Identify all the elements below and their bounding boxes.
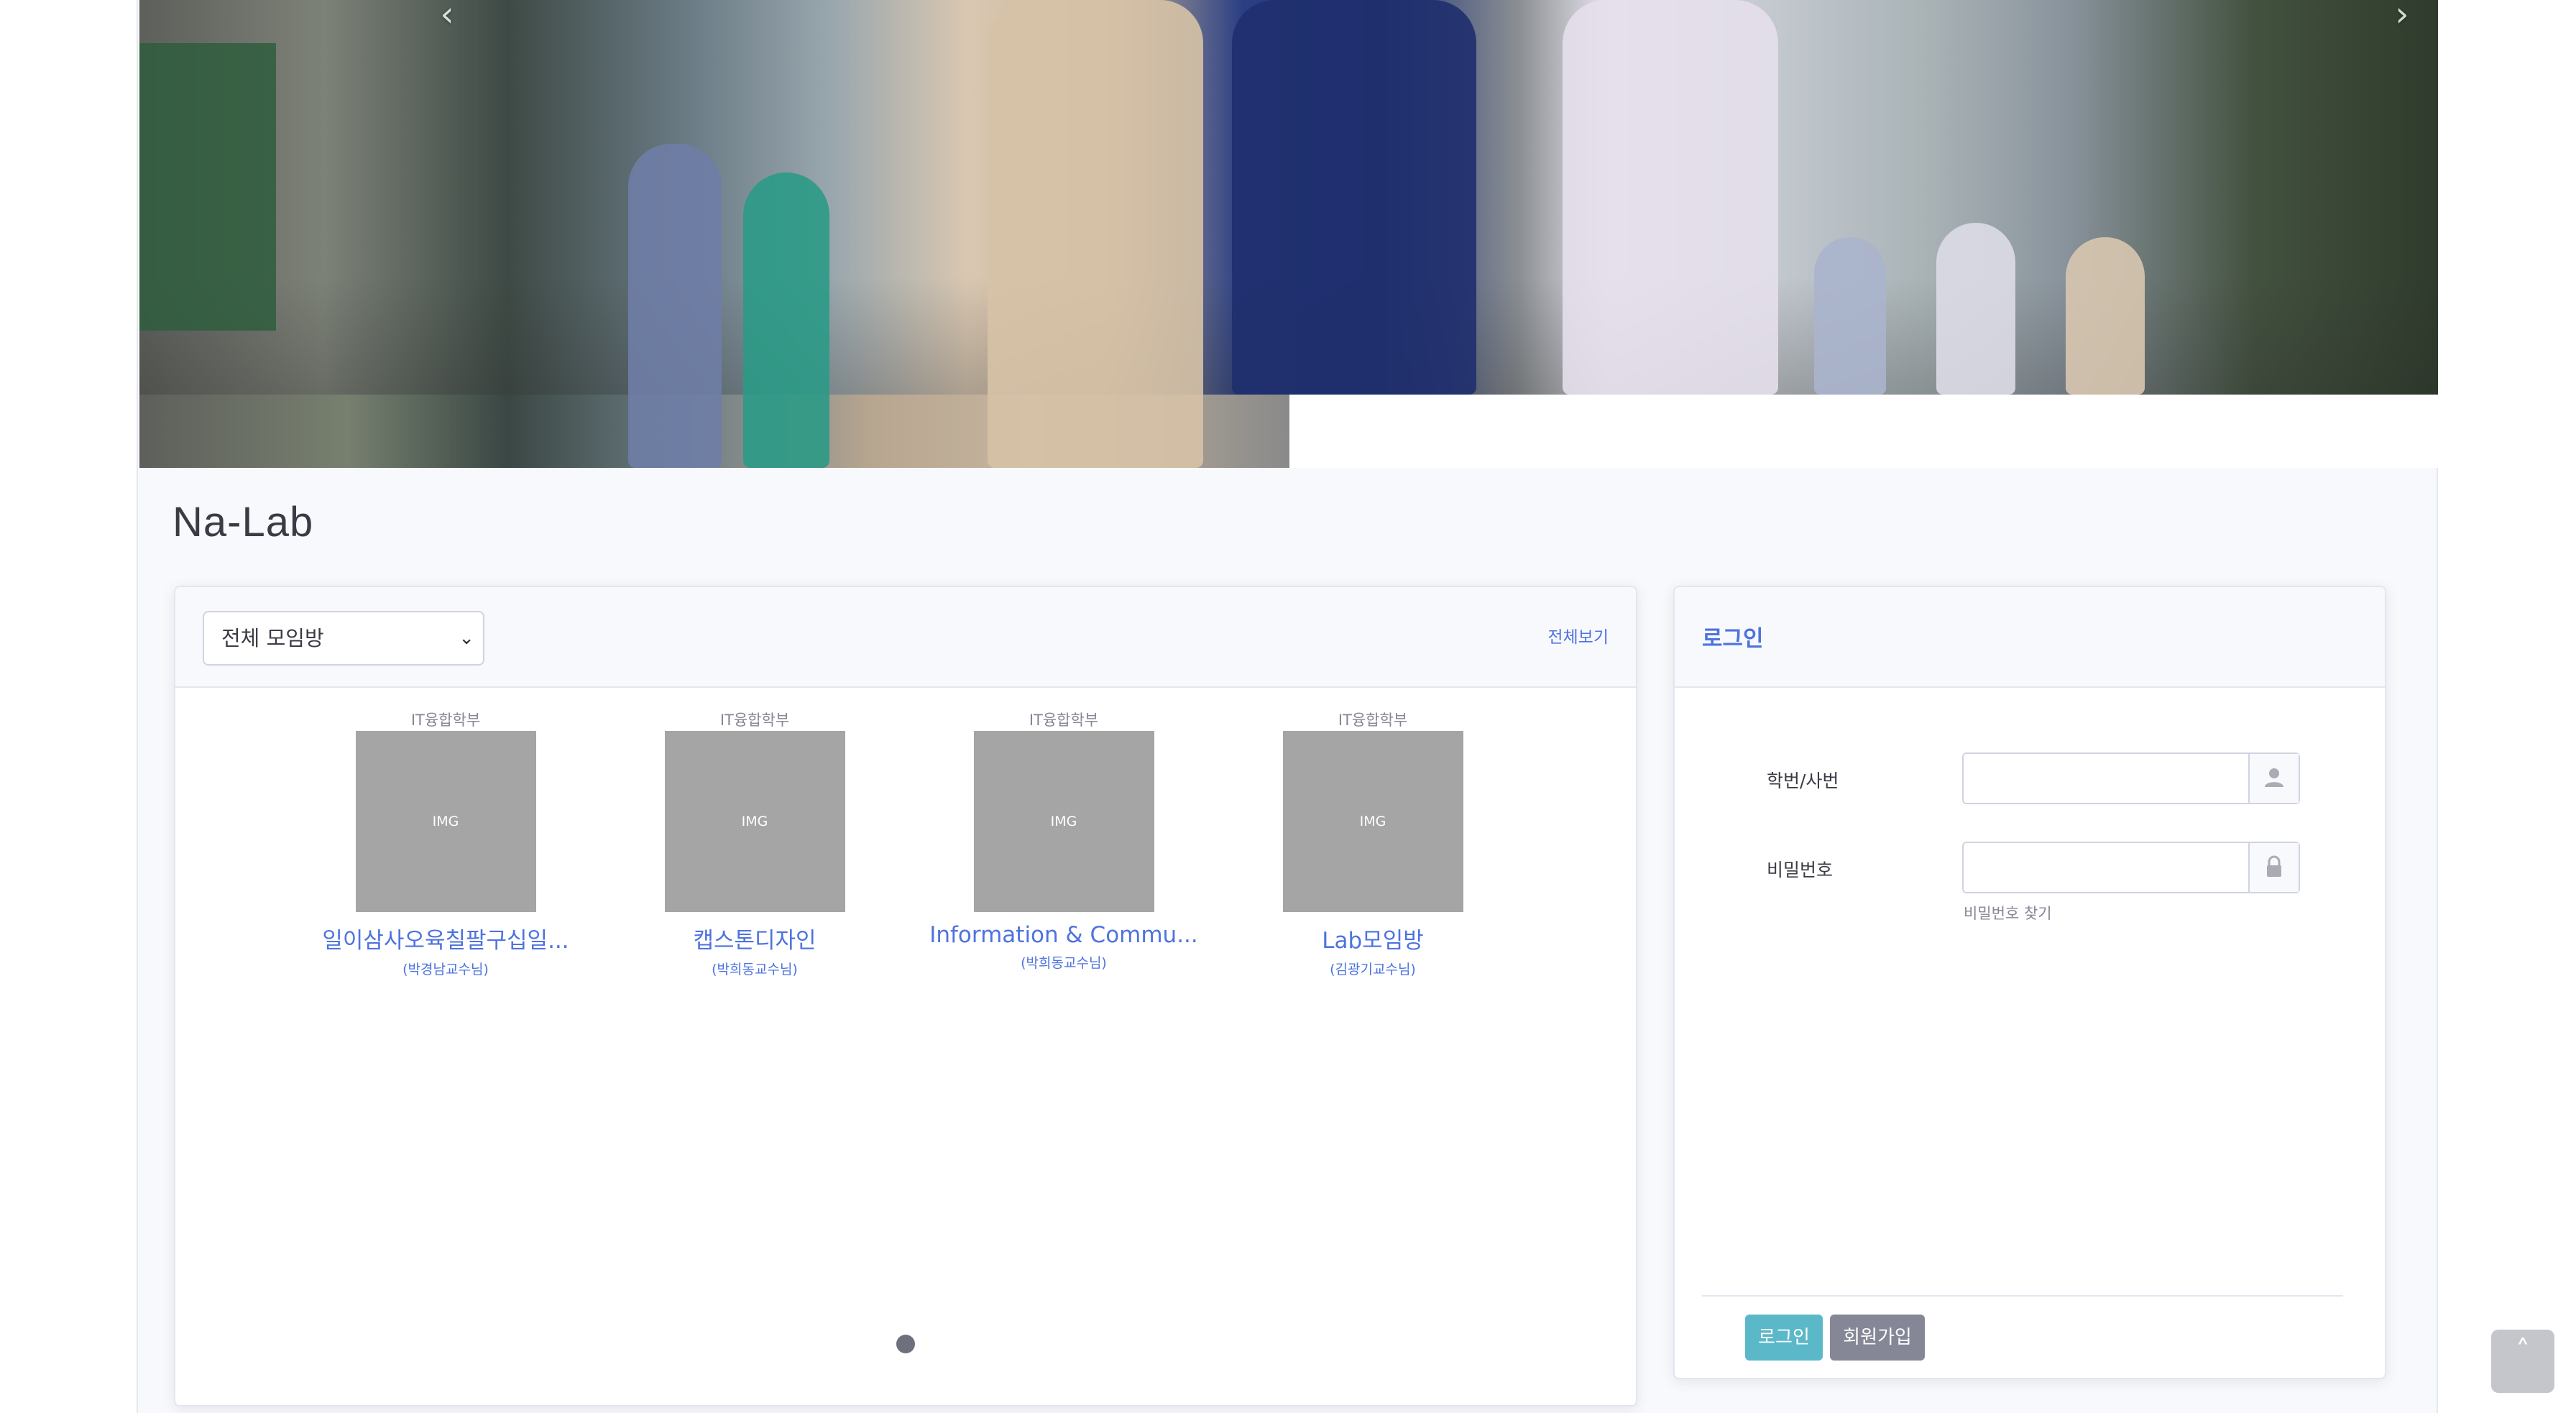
- student-id-group: [1962, 752, 2300, 804]
- room-filter-selected: 전체 모임방: [221, 626, 324, 650]
- room-item[interactable]: IT융합학부 IMG 일이삼사오육칠팔구십일... (박경남교수님): [309, 709, 582, 978]
- hero-person: [628, 144, 722, 468]
- hero-carousel: ‹ ›: [139, 0, 2438, 468]
- room-card-header: 전체 모임방 ⌄ 전체보기: [175, 587, 1636, 688]
- room-name[interactable]: 캡스톤디자인: [618, 922, 891, 954]
- login-title: 로그인: [1702, 626, 1764, 652]
- room-card: 전체 모임방 ⌄ 전체보기 IT융합학부 IMG 일이삼사오육칠팔구십일... …: [174, 586, 1637, 1407]
- signup-button[interactable]: 회원가입: [1830, 1315, 1925, 1361]
- room-dept: IT융합학부: [1338, 712, 1408, 729]
- room-name[interactable]: Information & Commu...: [927, 922, 1200, 948]
- room-dept: IT융합학부: [719, 712, 790, 729]
- carousel-next-button[interactable]: ›: [2380, 0, 2424, 43]
- room-professor: (김광기교수님): [1330, 962, 1416, 977]
- password-group: [1962, 842, 2300, 893]
- room-thumbnail[interactable]: IMG: [1282, 731, 1463, 912]
- room-thumbnail[interactable]: IMG: [664, 731, 845, 912]
- password-input[interactable]: [1964, 843, 2250, 892]
- login-divider: [1702, 1295, 2343, 1297]
- room-name[interactable]: 일이삼사오육칠팔구십일...: [309, 922, 582, 954]
- room-dept: IT융합학부: [410, 712, 481, 729]
- room-item[interactable]: IT융합학부 IMG Information & Commu... (박희동교수…: [927, 709, 1200, 972]
- room-thumbnail[interactable]: IMG: [973, 731, 1154, 912]
- page-wrapper: ‹ › Na-Lab 전체 모임방 ⌄ 전체보기 IT융합학부 IMG 일이삼사…: [137, 0, 2438, 1413]
- hero-person: [1232, 0, 1476, 395]
- scroll-to-top-button[interactable]: ˄: [2491, 1330, 2554, 1393]
- hero-person: [1563, 0, 1778, 395]
- password-label: 비밀번호: [1767, 860, 1834, 880]
- view-all-link[interactable]: 전체보기: [1547, 623, 1609, 648]
- room-thumbnail[interactable]: IMG: [355, 731, 536, 912]
- room-carousel-indicator[interactable]: [896, 1335, 915, 1353]
- room-item[interactable]: IT융합학부 IMG Lab모임방 (김광기교수님): [1236, 709, 1509, 978]
- student-id-label: 학번/사번: [1767, 770, 1839, 791]
- hero-person: [2066, 237, 2145, 395]
- room-list: IT융합학부 IMG 일이삼사오육칠팔구십일... (박경남교수님) IT융합학…: [175, 709, 1636, 1011]
- login-card: 로그인 학번/사번 비밀번호 비밀번호 찾기 로그인 회원가입: [1673, 586, 2386, 1379]
- find-password-link[interactable]: 비밀번호 찾기: [1964, 902, 2052, 924]
- student-id-input[interactable]: [1964, 754, 2250, 803]
- page-title: Na-Lab: [172, 499, 314, 546]
- hero-person: [1936, 223, 2015, 395]
- room-dept: IT융합학부: [1029, 712, 1099, 729]
- login-button[interactable]: 로그인: [1745, 1315, 1823, 1361]
- hero-person: [1814, 237, 1886, 395]
- hero-sign-decoration: [139, 43, 276, 331]
- lock-icon: [2248, 843, 2299, 892]
- login-card-header: 로그인: [1675, 587, 2385, 688]
- room-name[interactable]: Lab모임방: [1236, 922, 1509, 954]
- room-item[interactable]: IT융합학부 IMG 캡스톤디자인 (박희동교수님): [618, 709, 891, 978]
- user-icon: [2248, 754, 2299, 803]
- room-professor: (박희동교수님): [1021, 955, 1107, 971]
- chevron-down-icon: ⌄: [459, 627, 474, 649]
- room-professor: (박희동교수님): [712, 962, 798, 977]
- hero-person: [988, 0, 1203, 468]
- room-filter-select[interactable]: 전체 모임방 ⌄: [203, 611, 484, 666]
- chevron-up-icon: ˄: [2516, 1335, 2530, 1368]
- hero-person: [743, 172, 829, 468]
- carousel-prev-button[interactable]: ‹: [426, 0, 469, 43]
- room-professor: (박경남교수님): [402, 962, 489, 977]
